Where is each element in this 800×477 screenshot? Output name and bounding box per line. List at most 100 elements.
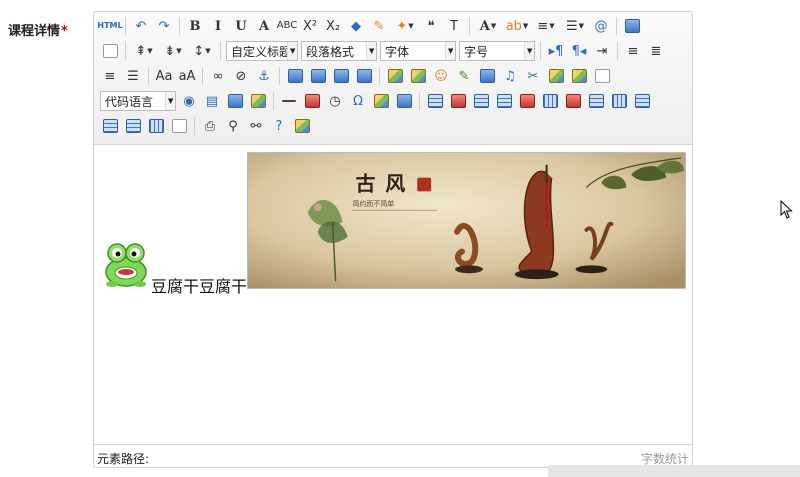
horizontal-rule-button[interactable] bbox=[279, 91, 299, 111]
indent-button[interactable]: ⇥ bbox=[592, 41, 612, 61]
image-right-button[interactable] bbox=[331, 66, 351, 86]
delete-table-button[interactable] bbox=[448, 91, 468, 111]
word-import-button[interactable] bbox=[394, 91, 414, 111]
unlink-button[interactable]: ⊘ bbox=[231, 66, 251, 86]
indent-icon: ⇥ bbox=[596, 43, 608, 59]
delete-row-button[interactable] bbox=[517, 91, 537, 111]
toolbar-row-5: ⎙ ⚲ ⚯? bbox=[100, 115, 315, 137]
select-all-button[interactable]: @ bbox=[591, 16, 611, 36]
image-none-icon bbox=[287, 69, 303, 83]
image-left-icon bbox=[310, 69, 326, 83]
drafts-button[interactable] bbox=[292, 116, 312, 136]
frog-emoticon-icon bbox=[105, 243, 147, 287]
link-button[interactable]: ∞ bbox=[208, 66, 228, 86]
superscript-button[interactable]: X² bbox=[300, 16, 320, 36]
strikethrough-button[interactable]: ABC bbox=[277, 16, 298, 36]
line-height-button[interactable]: ↕ ▼ bbox=[189, 41, 215, 61]
merge-down-button[interactable] bbox=[632, 91, 652, 111]
find-button[interactable]: ⚯ bbox=[246, 116, 266, 136]
content-text[interactable]: 豆腐干豆腐干 bbox=[151, 273, 247, 297]
scrawl-button[interactable]: ✎ bbox=[454, 66, 474, 86]
insert-image-button[interactable] bbox=[408, 66, 428, 86]
ancient-style-banner-image[interactable]: 古 风 简约而不简单 bbox=[247, 152, 686, 289]
preview-search-button[interactable]: ⚲ bbox=[223, 116, 243, 136]
delete-col-button[interactable] bbox=[563, 91, 583, 111]
attachment-button[interactable]: ✂ bbox=[523, 66, 543, 86]
code-language-select[interactable]: 代码语言 ▼ bbox=[100, 91, 176, 111]
image-center-button[interactable] bbox=[354, 66, 374, 86]
merge-cells-button[interactable] bbox=[586, 91, 606, 111]
insert-frame-button[interactable] bbox=[592, 66, 612, 86]
image-none-button[interactable] bbox=[285, 66, 305, 86]
auto-typeset-button[interactable]: ✦ ▼ bbox=[392, 16, 418, 36]
format-match-button[interactable]: ✎ bbox=[369, 16, 389, 36]
insert-col-button[interactable] bbox=[540, 91, 560, 111]
map-button[interactable] bbox=[546, 66, 566, 86]
row-spacing-top-button[interactable]: ⇞ ▼ bbox=[131, 41, 157, 61]
redo-button[interactable]: ↷ bbox=[154, 16, 174, 36]
split-to-cols-button[interactable] bbox=[146, 116, 166, 136]
chart-button[interactable] bbox=[169, 116, 189, 136]
ltr-direction-button[interactable]: ▸¶ bbox=[546, 41, 566, 61]
align-justify-button[interactable]: ☰ bbox=[123, 66, 143, 86]
remove-format-button[interactable]: ◆ bbox=[346, 16, 366, 36]
font-size-select[interactable]: 字号 ▼ bbox=[459, 41, 535, 61]
background-button[interactable] bbox=[225, 91, 245, 111]
search-replace-button[interactable] bbox=[371, 91, 391, 111]
align-center-button[interactable]: ≣ bbox=[646, 41, 666, 61]
template-button[interactable]: ▤ bbox=[202, 91, 222, 111]
font-border-button[interactable]: A bbox=[254, 16, 274, 36]
background-color-button[interactable]: ab ▼ bbox=[504, 16, 530, 36]
simple-upload-button[interactable] bbox=[385, 66, 405, 86]
undo-button[interactable]: ↶ bbox=[131, 16, 151, 36]
word-image-icon bbox=[250, 94, 266, 108]
html-source-button[interactable]: HTML bbox=[97, 16, 122, 36]
split-to-cells-icon bbox=[102, 119, 118, 133]
merge-right-button[interactable] bbox=[609, 91, 629, 111]
rtl-direction-button[interactable]: ¶◂ bbox=[569, 41, 589, 61]
element-path-label: 元素路径: bbox=[97, 452, 150, 466]
anchor-button[interactable]: ⚓ bbox=[254, 66, 274, 86]
bold-button[interactable]: B bbox=[185, 16, 205, 36]
insert-paragraph-before-table-button[interactable] bbox=[471, 91, 491, 111]
font-family-select[interactable]: 字体 ▼ bbox=[380, 41, 456, 61]
gmap-button[interactable] bbox=[569, 66, 589, 86]
ordered-list-button[interactable]: ≡ ▼ bbox=[533, 16, 559, 36]
dropdown-caret-icon: ▼ bbox=[522, 21, 529, 30]
chevron-down-icon: ▼ bbox=[366, 42, 376, 60]
print-button[interactable]: ⎙ bbox=[200, 116, 220, 136]
to-uppercase-button[interactable]: Aa bbox=[154, 66, 174, 86]
help-button[interactable]: ? bbox=[269, 116, 289, 136]
split-to-rows-button[interactable] bbox=[123, 116, 143, 136]
image-left-button[interactable] bbox=[308, 66, 328, 86]
insert-table-button[interactable] bbox=[425, 91, 445, 111]
paste-plain-button[interactable]: T bbox=[444, 16, 464, 36]
time-button[interactable]: ◷ bbox=[325, 91, 345, 111]
underline-button[interactable]: U bbox=[231, 16, 251, 36]
preview-button[interactable] bbox=[622, 16, 642, 36]
align-right-button[interactable]: ≡ bbox=[100, 66, 120, 86]
font-color-button[interactable]: A ▼ bbox=[475, 16, 501, 36]
word-image-button[interactable] bbox=[248, 91, 268, 111]
music-button[interactable]: ♫ bbox=[500, 66, 520, 86]
preview-search-icon: ⚲ bbox=[228, 118, 238, 134]
italic-button[interactable]: I bbox=[208, 16, 228, 36]
new-page-button[interactable] bbox=[100, 41, 120, 61]
split-to-cells-button[interactable] bbox=[100, 116, 120, 136]
date-button[interactable] bbox=[302, 91, 322, 111]
subscript-button[interactable]: X₂ bbox=[323, 16, 343, 36]
align-left-button[interactable]: ≡ bbox=[623, 41, 643, 61]
special-chars-button[interactable]: Ω bbox=[348, 91, 368, 111]
unordered-list-button[interactable]: ☰ ▼ bbox=[562, 16, 588, 36]
row-spacing-bottom-button[interactable]: ⇟ ▼ bbox=[160, 41, 186, 61]
editor-content-area[interactable]: 豆腐干豆腐干 古 风 简约而不简单 bbox=[94, 146, 692, 444]
dropdown-caret-icon: ▼ bbox=[490, 21, 497, 30]
custom-title-select[interactable]: 自定义标题 ▼ bbox=[226, 41, 298, 61]
paragraph-format-select[interactable]: 段落格式 ▼ bbox=[301, 41, 377, 61]
insert-row-button[interactable] bbox=[494, 91, 514, 111]
page-break-button[interactable]: ◉ bbox=[179, 91, 199, 111]
to-lowercase-button[interactable]: aA bbox=[177, 66, 197, 86]
emotion-button[interactable]: ☺ bbox=[431, 66, 451, 86]
blockquote-button[interactable]: ❝ bbox=[421, 16, 441, 36]
insert-video-button[interactable] bbox=[477, 66, 497, 86]
